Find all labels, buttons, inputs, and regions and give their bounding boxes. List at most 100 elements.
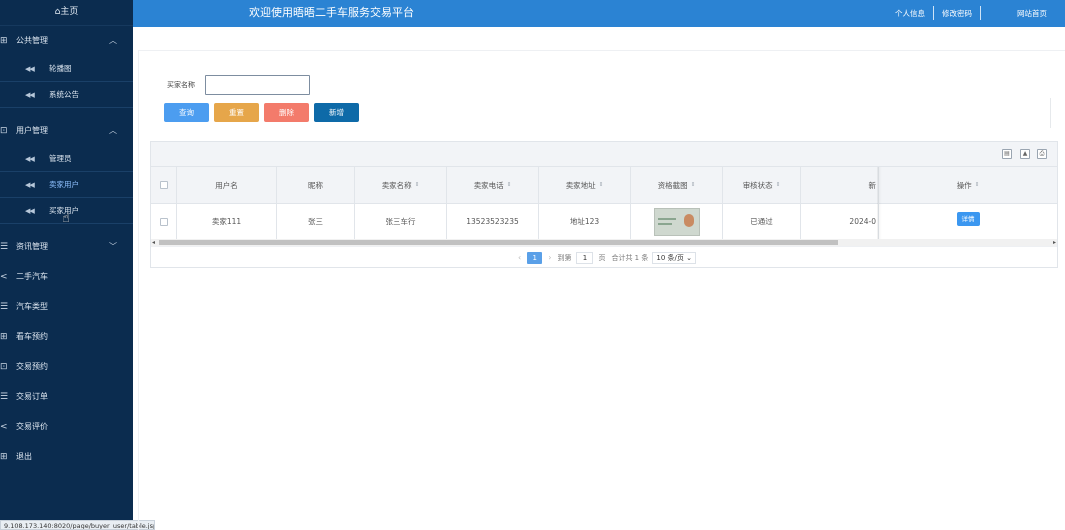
thumb-line (657, 217, 676, 220)
horizontal-scrollbar[interactable]: ◂ ▸ (151, 239, 1057, 246)
cell-status: 已通过 (723, 204, 801, 239)
sidebar-group-label: 汽车类型 (16, 302, 48, 311)
double-arrow-icon: ◀◀ (25, 181, 35, 189)
scroll-right-icon[interactable]: ▸ (1053, 239, 1056, 246)
grid-icon: ⊞ (0, 36, 8, 46)
cell-phone: 13523523235 (447, 204, 539, 239)
page-title: 欢迎使用晤晤二手车服务交易平台 (249, 6, 414, 19)
cell-address: 地址123 (539, 204, 631, 239)
change-password-link[interactable]: 修改密码 (942, 8, 972, 19)
sidebar-group-label: 二手汽车 (16, 272, 48, 281)
grid-icon: ⊞ (0, 452, 8, 462)
cell-actions: 详情 (879, 204, 1057, 239)
status-bar-url: 9.108.173.140:8020/page/buyer_user/table… (0, 520, 155, 530)
sidebar-group-trade-appointments[interactable]: ⊡ 交易预约 (0, 352, 133, 382)
sidebar-group-logout[interactable]: ⊞ 退出 (0, 442, 133, 472)
pagination: ‹ 1 › 到第 1 页 合计共 1 条 10 条/页 ⌄ (151, 246, 1057, 268)
pointer-cursor-icon: ☝ (62, 211, 70, 226)
action-buttons: 查询 重置 删除 新增 (164, 103, 364, 122)
column-header: 昵称 (277, 167, 355, 203)
top-bar: 欢迎使用晤晤二手车服务交易平台 个人信息 修改密码 网站首页 (133, 0, 1065, 27)
chevron-up-icon: ︿ (109, 36, 117, 45)
delete-button[interactable]: 删除 (264, 103, 309, 122)
cell-seller-name: 张三车行 (355, 204, 447, 239)
scroll-left-icon[interactable]: ◂ (152, 239, 155, 246)
sort-icon: ⇕ (974, 182, 980, 188)
scrollbar-thumb[interactable] (159, 240, 838, 245)
data-table: ▤ ▲ ⎙ 用户名 昵称 卖家名称 ⇕ 卖家电话 ⇕ 卖家地址 ⇕ 资格截图 ⇕ 审核状… (150, 141, 1058, 268)
sidebar-item-label: 轮播图 (49, 64, 72, 73)
page-size-select[interactable]: 10 条/页 ⌄ (652, 251, 696, 264)
print-icon[interactable]: ⎙ (1037, 149, 1047, 159)
reset-button[interactable]: 重置 (214, 103, 259, 122)
sidebar-group-label: 退出 (16, 452, 32, 461)
thumb-portrait (683, 213, 694, 227)
double-arrow-icon: ◀◀ (25, 65, 35, 73)
sidebar-group-label: 交易订单 (16, 392, 48, 401)
column-header[interactable]: 审核状态 ⇕ (723, 167, 801, 203)
column-header[interactable]: 新 (801, 167, 879, 203)
column-header[interactable]: 操作 ⇕ (879, 167, 1057, 203)
main-content: 买家名称 查询 重置 删除 新增 ▤ ▲ ⎙ 用户名 昵称 卖家名称 ⇕ 卖家电话… (138, 50, 1065, 530)
page-unit-label: 页 (598, 253, 606, 262)
sidebar-item-label: 卖家用户 (49, 180, 79, 189)
column-header[interactable]: 卖家名称 ⇕ (355, 167, 447, 203)
sidebar-group-orders[interactable]: ☰ 交易订单 (0, 382, 133, 412)
columns-icon[interactable]: ▤ (1002, 149, 1012, 159)
table-toolbar: ▤ ▲ ⎙ (151, 142, 1057, 167)
sidebar-group-news[interactable]: ☰ 资讯管理 ﹀ (0, 232, 133, 262)
next-page-icon[interactable]: › (548, 253, 551, 262)
divider (1050, 98, 1051, 128)
cell-nickname: 张三 (277, 204, 355, 239)
current-page[interactable]: 1 (527, 251, 543, 264)
column-header[interactable]: 卖家电话 ⇕ (447, 167, 539, 203)
add-button[interactable]: 新增 (314, 103, 359, 122)
sidebar-group-car-types[interactable]: ☰ 汽车类型 (0, 292, 133, 322)
goto-label: 到第 (557, 253, 572, 262)
sidebar-group-label: 用户管理 (16, 126, 48, 135)
prev-page-icon[interactable]: ‹ (518, 253, 521, 262)
table-row: 卖家111 张三 张三车行 13523523235 地址123 已通过 2024… (151, 204, 1057, 239)
qualification-thumbnail[interactable] (653, 207, 700, 236)
sidebar-group-reviews[interactable]: < 交易评价 (0, 412, 133, 442)
sidebar-group-public[interactable]: ⊞ 公共管理 ︿ (0, 26, 133, 56)
sidebar-group-users[interactable]: ⊡ 用户管理 ︿ (0, 116, 133, 146)
double-arrow-icon: ◀◀ (25, 207, 35, 215)
sidebar-group-viewing-appointments[interactable]: ⊞ 看车预约 (0, 322, 133, 352)
sort-icon: ⇕ (506, 182, 512, 188)
sidebar-group-label: 资讯管理 (16, 242, 48, 251)
chevron-up-icon: ︿ (109, 126, 117, 135)
thumb-line (657, 222, 672, 225)
share-icon: < (0, 422, 8, 432)
sidebar-item-label: 系统公告 (49, 90, 79, 99)
divider (980, 6, 981, 20)
cell-date: 2024-0 (801, 204, 879, 239)
column-header[interactable]: 资格截图 ⇕ (631, 167, 723, 203)
query-button[interactable]: 查询 (164, 103, 209, 122)
sidebar-item-carousel[interactable]: ◀◀ 轮播图 (0, 56, 133, 82)
search-input[interactable] (205, 75, 310, 95)
divider (933, 6, 934, 20)
box-icon: ⊡ (0, 126, 8, 136)
goto-page-input[interactable]: 1 (576, 251, 594, 264)
profile-link[interactable]: 个人信息 (895, 8, 925, 19)
sidebar-item-label: 管理员 (49, 154, 72, 163)
detail-button[interactable]: 详情 (956, 212, 980, 226)
sidebar-item-announcement[interactable]: ◀◀ 系统公告 (0, 82, 133, 108)
sidebar-home-link[interactable]: ⌂主页 (0, 0, 133, 26)
sort-icon: ⇕ (414, 182, 420, 188)
double-arrow-icon: ◀◀ (25, 155, 35, 163)
row-checkbox[interactable] (159, 217, 168, 226)
cell-username: 卖家111 (177, 204, 277, 239)
table-header: 用户名 昵称 卖家名称 ⇕ 卖家电话 ⇕ 卖家地址 ⇕ 资格截图 ⇕ 审核状态 ⇕ 新 操… (151, 167, 1057, 204)
total-count: 合计共 1 条 (611, 253, 649, 262)
site-home-link[interactable]: 网站首页 (1017, 8, 1047, 19)
double-arrow-icon: ◀◀ (25, 91, 35, 99)
sidebar-item-admin[interactable]: ◀◀ 管理员 (0, 146, 133, 172)
top-links: 个人信息 修改密码 网站首页 (895, 6, 1065, 20)
sidebar-group-used-cars[interactable]: < 二手汽车 (0, 262, 133, 292)
column-header[interactable]: 卖家地址 ⇕ (539, 167, 631, 203)
select-all-checkbox[interactable] (159, 181, 168, 189)
sidebar-item-seller-users[interactable]: ◀◀ 卖家用户 (0, 172, 133, 198)
export-icon[interactable]: ▲ (1020, 149, 1030, 159)
